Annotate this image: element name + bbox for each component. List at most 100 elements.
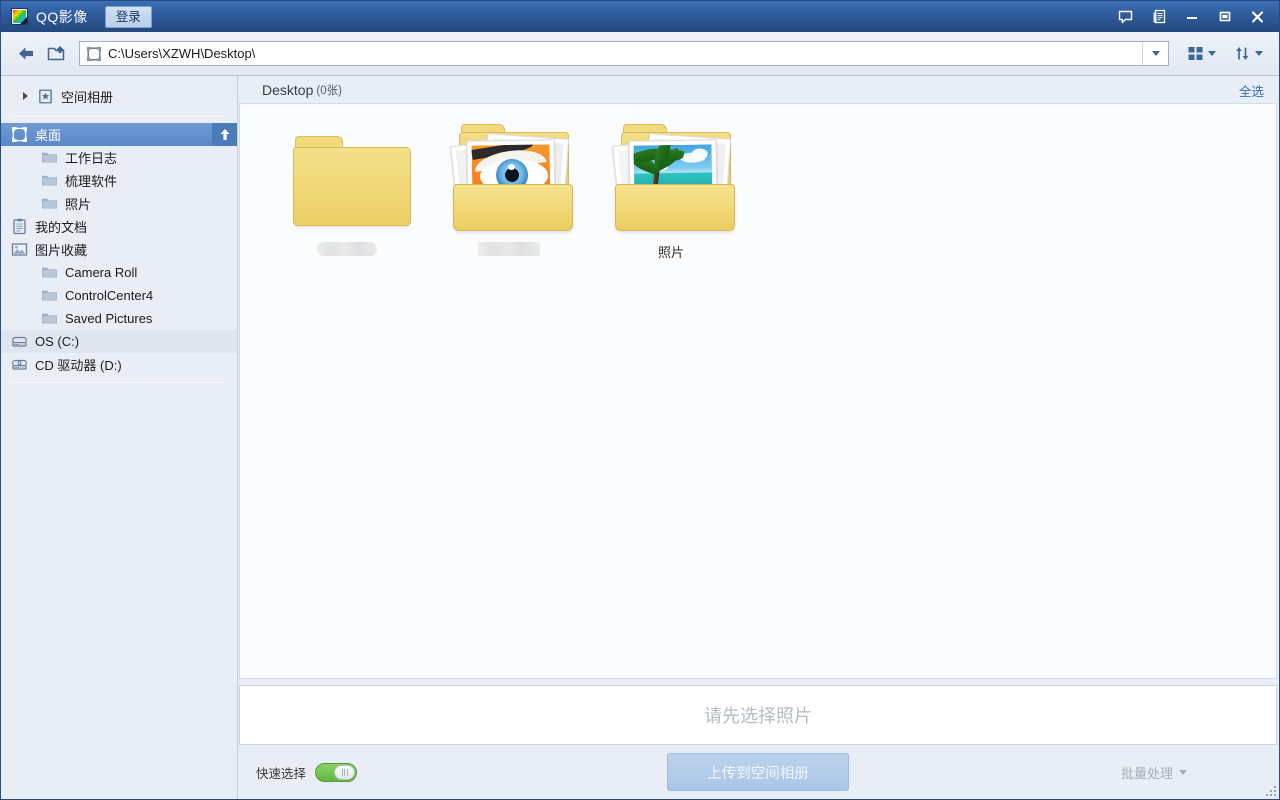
grid-item-label-redacted [478,242,540,256]
folder-icon [42,152,57,163]
address-bar[interactable]: C:\Users\XZWH\Desktop\ [79,41,1169,66]
sidebar-item-label: OS (C:) [35,334,80,349]
sidebar-item-camera-roll[interactable]: Camera Roll [1,261,237,284]
sidebar-item-label: 梳理软件 [65,174,118,189]
sidebar-item-cd-drive-d[interactable]: CD 驱动器 (D:) [1,353,237,376]
folder-icon [42,175,57,186]
folder-plain-icon [277,128,417,236]
sidebar-item-photos[interactable]: 照片 [1,192,237,215]
grid-item-label: 照片 [657,245,684,260]
toggle-knob [334,764,356,780]
view-mode-button[interactable] [1181,40,1222,68]
grid-item-label-redacted [317,242,377,256]
cd-drive-icon [12,359,27,370]
main-body: 空间相册 桌面 工作日志 梳理软件 照片 我的文档 图片收藏 Camera Ro… [1,76,1279,799]
sidebar-item-desktop[interactable]: 桌面 [1,123,237,146]
folder-up-icon [47,46,64,61]
preview-empty-hint: 请先选择照片 [704,706,812,726]
minimize-icon [1186,16,1197,19]
sidebar-item-controlcenter4[interactable]: ControlCenter4 [1,284,237,307]
page-title: Desktop [262,82,314,98]
app-title: QQ影像 [36,8,88,25]
maximize-icon [1219,11,1230,22]
title-bar: QQ影像 登录 [1,1,1279,32]
sidebar-item-label: ControlCenter4 [65,288,154,303]
content-header: Desktop (0张) 全选 [238,77,1278,104]
quick-select-label: 快速选择 [256,766,307,781]
up-folder-button[interactable] [41,40,71,68]
sidebar-item-organize-software[interactable]: 梳理软件 [1,169,237,192]
sidebar-tree: 空间相册 桌面 工作日志 梳理软件 照片 我的文档 图片收藏 Camera Ro… [1,76,238,799]
back-arrow-icon [18,47,33,60]
upload-to-album-button[interactable]: 上传到空间相册 [667,753,849,791]
sidebar-item-label: Camera Roll [65,265,138,280]
sidebar-item-picture-collection[interactable]: 图片收藏 [1,238,237,261]
selection-preview-strip[interactable]: 请先选择照片 [239,685,1277,745]
grid-item-folder[interactable]: 照片 [590,122,752,272]
maximize-button[interactable] [1209,4,1240,30]
desktop-icon [12,127,27,142]
drive-icon [12,336,27,347]
document-menu-icon [1153,9,1165,24]
minimize-button[interactable] [1176,4,1207,30]
file-grid[interactable]: 照片 [239,104,1277,679]
document-icon [13,218,26,235]
content-column: Desktop (0张) 全选 照片 请先选择照片 快速选择 上传到空间相册 批… [238,76,1279,799]
album-star-icon [39,89,52,103]
sidebar-item-label: 工作日志 [65,151,118,166]
sidebar-separator [11,116,227,117]
login-button[interactable]: 登录 [104,5,152,28]
qq-image-logo-icon [11,8,28,25]
close-button[interactable] [1242,4,1273,30]
sort-button[interactable] [1228,40,1269,68]
back-button[interactable] [11,40,41,68]
quick-select-toggle[interactable] [315,762,358,782]
sidebar-item-label: 空间相册 [61,89,114,105]
sidebar-upload-badge-button[interactable] [212,123,237,146]
sidebar-item-os-c[interactable]: OS (C:) [1,330,237,353]
chevron-right-icon[interactable] [23,92,28,100]
folder-icon [42,313,57,324]
sidebar-item-label: CD 驱动器 (D:) [35,358,122,373]
grid-item-folder[interactable] [266,122,428,272]
action-bar: 快速选择 上传到空间相册 批量处理 [239,745,1277,799]
up-arrow-icon [220,129,229,140]
chevron-down-icon [1208,51,1216,56]
batch-process-button[interactable]: 批量处理 [1121,763,1188,782]
sidebar-item-space-album[interactable]: 空间相册 [1,82,237,110]
select-all-link[interactable]: 全选 [1239,81,1264,100]
sidebar-item-label: 照片 [65,197,92,212]
sidebar-item-label: Saved Pictures [65,311,153,326]
resize-grip-icon[interactable] [1263,783,1276,796]
grid-item-folder[interactable] [428,122,590,272]
grid-view-icon [1188,47,1203,60]
window-controls [1110,1,1273,32]
qq-image-window: QQ影像 登录 C:\Users\XZWH\Desktop\ 空间相册 桌面 工… [0,0,1280,800]
chevron-down-icon [1179,769,1188,775]
speech-bubble-icon [1118,10,1133,23]
photo-count: (0张) [316,85,342,97]
sidebar-item-work-log[interactable]: 工作日志 [1,146,237,169]
chevron-down-icon [1255,51,1263,56]
chevron-down-icon [1151,51,1160,56]
close-icon [1251,10,1264,23]
sidebar-item-my-documents[interactable]: 我的文档 [1,215,237,238]
sidebar-item-label: 图片收藏 [35,243,88,258]
sidebar-item-label: 桌面 [35,128,62,143]
sidebar-separator-bottom [11,382,227,383]
folder-with-beach-photo-icon [601,124,741,236]
sidebar-item-label: 我的文档 [35,220,88,235]
folder-icon [42,290,57,301]
folder-icon [42,198,57,209]
sort-icon [1236,47,1249,60]
sidebar-item-saved-pictures[interactable]: Saved Pictures [1,307,237,330]
address-path-text: C:\Users\XZWH\Desktop\ [108,46,256,61]
desktop-icon [86,46,102,61]
feedback-button[interactable] [1110,4,1141,30]
navigation-toolbar: C:\Users\XZWH\Desktop\ [1,32,1279,76]
folder-icon [42,267,57,278]
folder-with-eye-photo-icon [439,124,579,236]
batch-process-label: 批量处理 [1121,765,1174,781]
menu-button[interactable] [1143,4,1174,30]
address-dropdown-button[interactable] [1142,42,1168,65]
